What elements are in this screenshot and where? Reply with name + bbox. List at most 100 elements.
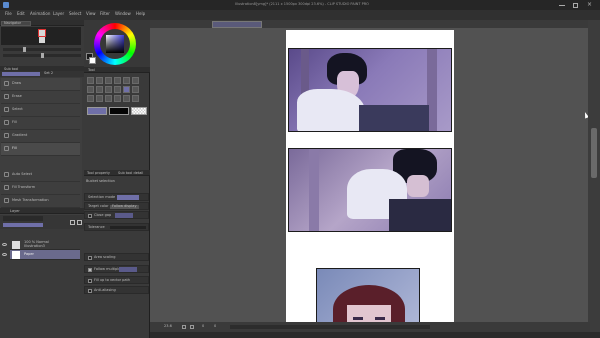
sub-tool-detail-tab[interactable]: Sub tool detail [118,171,143,176]
navigator-rotate-slider[interactable] [3,53,81,58]
menu-animation[interactable]: Animation [30,12,50,16]
bucket-icon[interactable] [123,86,130,93]
blend-icon[interactable] [114,86,121,93]
area-scaling-checkbox[interactable] [88,256,92,260]
selection-mode-icons[interactable] [117,195,139,200]
tool-row-erase[interactable]: Erase [1,91,80,104]
color-swatch-transparent[interactable] [131,107,147,115]
color-swatch-black[interactable] [109,107,129,115]
menu-window[interactable]: Window [115,12,131,16]
navigator-zoom-slider[interactable] [3,47,81,52]
close-button[interactable]: × [584,1,596,9]
character-eye [353,317,363,320]
hand-icon[interactable] [105,77,112,84]
balloon-icon[interactable] [114,95,121,102]
blend-mode-select[interactable] [3,216,43,221]
tab-set-1[interactable] [2,72,40,76]
color-wheel[interactable] [94,23,136,65]
anti-aliasing-checkbox[interactable] [88,289,92,293]
scrollbar-thumb[interactable] [591,128,597,178]
ruler-icon[interactable] [123,95,130,102]
tool-property-header: Tool property Sub tool detail [84,170,150,176]
property-fill-up-to-vector[interactable]: Fill up to vector path [84,276,149,284]
zoom-out-icon[interactable] [182,325,186,329]
menu-edit[interactable]: Edit [17,12,25,16]
gradient-icon[interactable] [132,86,139,93]
close-gap-checkbox[interactable] [88,214,92,218]
visibility-eye-icon[interactable] [2,253,7,256]
new-layer-icon[interactable] [70,220,75,225]
follow-multiple-options[interactable] [119,267,137,272]
zoom-icon[interactable] [96,77,103,84]
menu-layer[interactable]: Layer [53,12,64,16]
target-color-select[interactable]: Follow display [110,204,139,209]
tool-label: Auto Select [12,172,33,176]
fill-vector-checkbox[interactable] [88,279,92,283]
tool-row-fill[interactable]: Fill [1,117,80,130]
tool-row-mesh[interactable]: Mesh Transformation [1,195,80,208]
menu-filter[interactable]: Filter [100,12,110,16]
follow-multiple-checkbox[interactable] [88,268,92,272]
comic-panel-2[interactable] [288,148,452,232]
set-tab-bar: Set 2 [0,71,84,77]
menu-view[interactable]: View [86,12,96,16]
maximize-button[interactable] [570,1,582,9]
tool-row-gradient[interactable]: Gradient [1,130,80,143]
pencil-icon[interactable] [132,77,139,84]
minimize-button[interactable] [556,1,568,9]
tool-icon-grid [85,75,149,127]
zoom-slider-handle[interactable] [23,47,26,52]
figure-icon[interactable] [87,95,94,102]
airbrush-icon[interactable] [96,86,103,93]
color-swatch-purple[interactable] [87,107,107,115]
property-anti-aliasing[interactable]: Anti-aliasing [84,286,149,294]
close-gap-levels[interactable] [115,213,133,218]
property-selection-mode[interactable]: Selection mode [84,193,149,201]
tolerance-slider[interactable] [110,226,146,229]
opacity-slider[interactable] [3,223,43,227]
canvas-area[interactable] [150,20,600,332]
saturation-square[interactable] [106,35,124,53]
delete-layer-icon[interactable] [77,220,82,225]
layer-row-paper[interactable]: Paper [2,250,80,260]
pen-icon[interactable] [123,77,130,84]
menu-help[interactable]: Help [136,12,145,16]
property-target-color[interactable]: Target color Follow display [84,202,149,210]
navigator-view-frame [38,29,46,37]
zoom-in-icon[interactable] [190,325,194,329]
visibility-eye-icon[interactable] [2,243,7,246]
mesh-icon [4,198,9,203]
eraser-icon[interactable] [105,86,112,93]
character-eye [375,317,385,320]
frame-icon[interactable] [96,95,103,102]
property-follow-multiple[interactable]: Follow multiple [84,265,149,273]
tool-row-draw[interactable]: Draw [1,78,80,91]
tool-row-auto-select[interactable]: Auto Select [1,169,80,182]
tool-row-fill-selected[interactable]: Fill [1,143,80,156]
manga-page[interactable] [286,30,454,332]
property-close-gap[interactable]: Close gap [84,211,149,219]
tool-property-title: Bucket selection [86,179,115,183]
eyedropper-icon[interactable] [114,77,121,84]
move-icon[interactable] [87,77,94,84]
menu-file[interactable]: File [5,12,12,16]
tool-row-select[interactable]: Select [1,104,80,117]
zoom-readout[interactable]: 23.6 [164,324,172,329]
menu-select[interactable]: Select [69,12,81,16]
text-icon[interactable] [105,95,112,102]
brush-icon[interactable] [87,86,94,93]
property-tolerance[interactable]: Tolerance [84,223,149,231]
vertical-scrollbar[interactable] [588,20,600,332]
document-tab[interactable] [212,21,262,28]
property-area-scaling[interactable]: Area scaling [84,253,149,261]
tool-property-tab[interactable]: Tool property [87,171,110,176]
rotate-slider-handle[interactable] [41,53,44,58]
comic-panel-1[interactable] [288,48,452,132]
sub-color-swatch[interactable] [89,57,96,64]
tool-panel-title: Tool [88,67,95,72]
layer-row-illustration[interactable]: 100 % Normal Illustration3 [2,240,80,250]
correct-line-icon[interactable] [132,95,139,102]
horizontal-scrollbar[interactable] [230,325,430,329]
tool-row-fill-transform[interactable]: Fill Transform [1,182,80,195]
tab-set-2[interactable]: Set 2 [44,71,53,76]
